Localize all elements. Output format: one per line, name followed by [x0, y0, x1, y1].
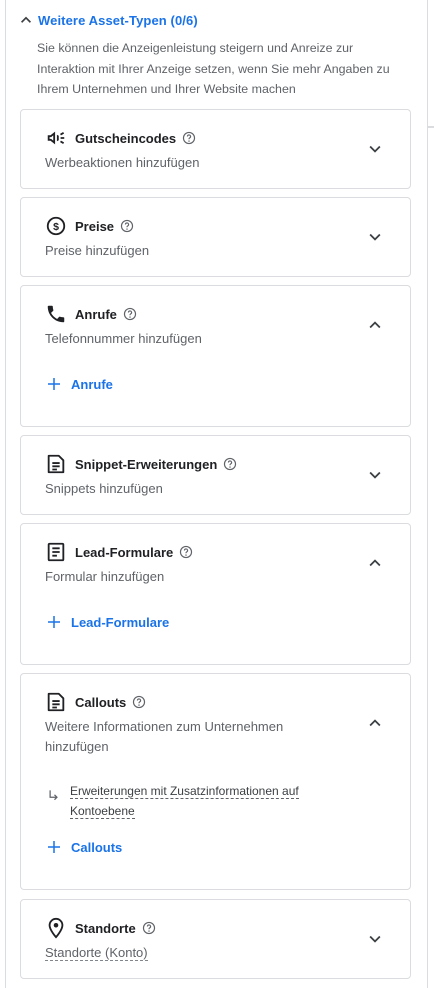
- card-title: Gutscheincodes: [75, 130, 177, 146]
- account-level-extensions-text: Erweiterungen mit Zusatzinformationen au…: [69, 784, 299, 819]
- card-title: Snippet-Erweiterungen: [75, 456, 218, 472]
- card-snippets[interactable]: Snippet-Erweiterungen Snippets hinzufüge…: [20, 435, 411, 515]
- phone-icon: [45, 303, 67, 325]
- help-icon[interactable]: [132, 695, 146, 709]
- card-subtitle: Preise hinzufügen: [45, 243, 150, 258]
- section-toggle-header[interactable]: Weitere Asset-Typen (0/6): [16, 8, 198, 32]
- plus-icon: [48, 841, 60, 853]
- right-divider: [427, 0, 428, 988]
- add-calls-button[interactable]: Anrufe: [45, 375, 113, 393]
- svg-text:$: $: [53, 221, 59, 233]
- add-calls-label: Anrufe: [71, 376, 113, 392]
- subdirectory-arrow-icon: [49, 790, 58, 801]
- card-subtitle: Werbeaktionen hinzufügen: [45, 155, 200, 170]
- add-lead-forms-button[interactable]: Lead-Formulare: [45, 613, 169, 631]
- add-callouts-button[interactable]: Callouts: [45, 838, 122, 856]
- card-subtitle: Snippets hinzufügen: [45, 481, 163, 496]
- card-title: Standorte: [75, 920, 136, 936]
- card-title: Callouts: [75, 694, 127, 710]
- location-pin-icon: [45, 917, 67, 939]
- locations-account-link: Standorte (Konto): [45, 945, 148, 961]
- chevron-down-icon[interactable]: [364, 464, 386, 486]
- dollar-circle-icon: $: [45, 215, 67, 237]
- card-callouts: Callouts Weitere Informationen zum Unter…: [20, 673, 411, 890]
- card-locations[interactable]: Standorte Standorte (Konto): [20, 899, 411, 979]
- help-icon[interactable]: [179, 545, 193, 559]
- card-subtitle[interactable]: Standorte (Konto): [45, 943, 345, 963]
- help-icon[interactable]: [182, 131, 196, 145]
- card-coupons[interactable]: Gutscheincodes Werbeaktionen hinzufügen: [20, 109, 411, 189]
- document-icon: [45, 453, 67, 475]
- add-callouts-label: Callouts: [71, 839, 123, 855]
- card-subtitle: Telefonnummer hinzufügen: [45, 331, 202, 346]
- account-level-extensions-link[interactable]: Erweiterungen mit Zusatzinformationen au…: [69, 781, 347, 821]
- help-icon[interactable]: [120, 219, 134, 233]
- card-lead-forms: Lead-Formulare Formular hinzufügen Lead-…: [20, 523, 411, 665]
- chevron-down-icon[interactable]: [364, 928, 386, 950]
- chevron-down-icon[interactable]: [364, 226, 386, 248]
- chevron-up-icon: [21, 16, 31, 23]
- chevron-down-icon[interactable]: [364, 138, 386, 160]
- section-description: Sie können die Anzeigenleistung steigern…: [37, 41, 390, 96]
- help-icon[interactable]: [142, 921, 156, 935]
- chevron-up-icon[interactable]: [364, 314, 386, 336]
- card-title: Lead-Formulare: [75, 544, 174, 560]
- chevron-up-icon[interactable]: [364, 552, 386, 574]
- form-icon: [45, 541, 67, 563]
- help-icon[interactable]: [223, 457, 237, 471]
- add-lead-forms-label: Lead-Formulare: [71, 614, 170, 630]
- document-icon: [45, 691, 67, 713]
- card-title: Preise: [75, 218, 115, 234]
- asset-types-panel: Weitere Asset-Typen (0/6) Sie können die…: [0, 0, 434, 988]
- megaphone-icon: [45, 127, 67, 149]
- plus-icon: [48, 378, 60, 390]
- card-subtitle: Formular hinzufügen: [45, 569, 165, 584]
- chevron-up-icon[interactable]: [364, 712, 386, 734]
- card-title: Anrufe: [75, 306, 117, 322]
- card-prices[interactable]: $ Preise Preise hinzufügen: [20, 197, 411, 277]
- plus-icon: [48, 616, 60, 628]
- help-icon[interactable]: [123, 307, 137, 321]
- left-divider: [5, 0, 6, 988]
- card-subtitle: Weitere Informationen zum Unternehmen hi…: [45, 719, 284, 754]
- card-calls: Anrufe Telefonnummer hinzufügen Anrufe: [20, 285, 411, 427]
- section-title: Weitere Asset-Typen (0/6): [38, 12, 198, 28]
- right-divider-mark: [427, 126, 434, 128]
- account-level-extensions-row: Erweiterungen mit Zusatzinformationen au…: [47, 781, 347, 821]
